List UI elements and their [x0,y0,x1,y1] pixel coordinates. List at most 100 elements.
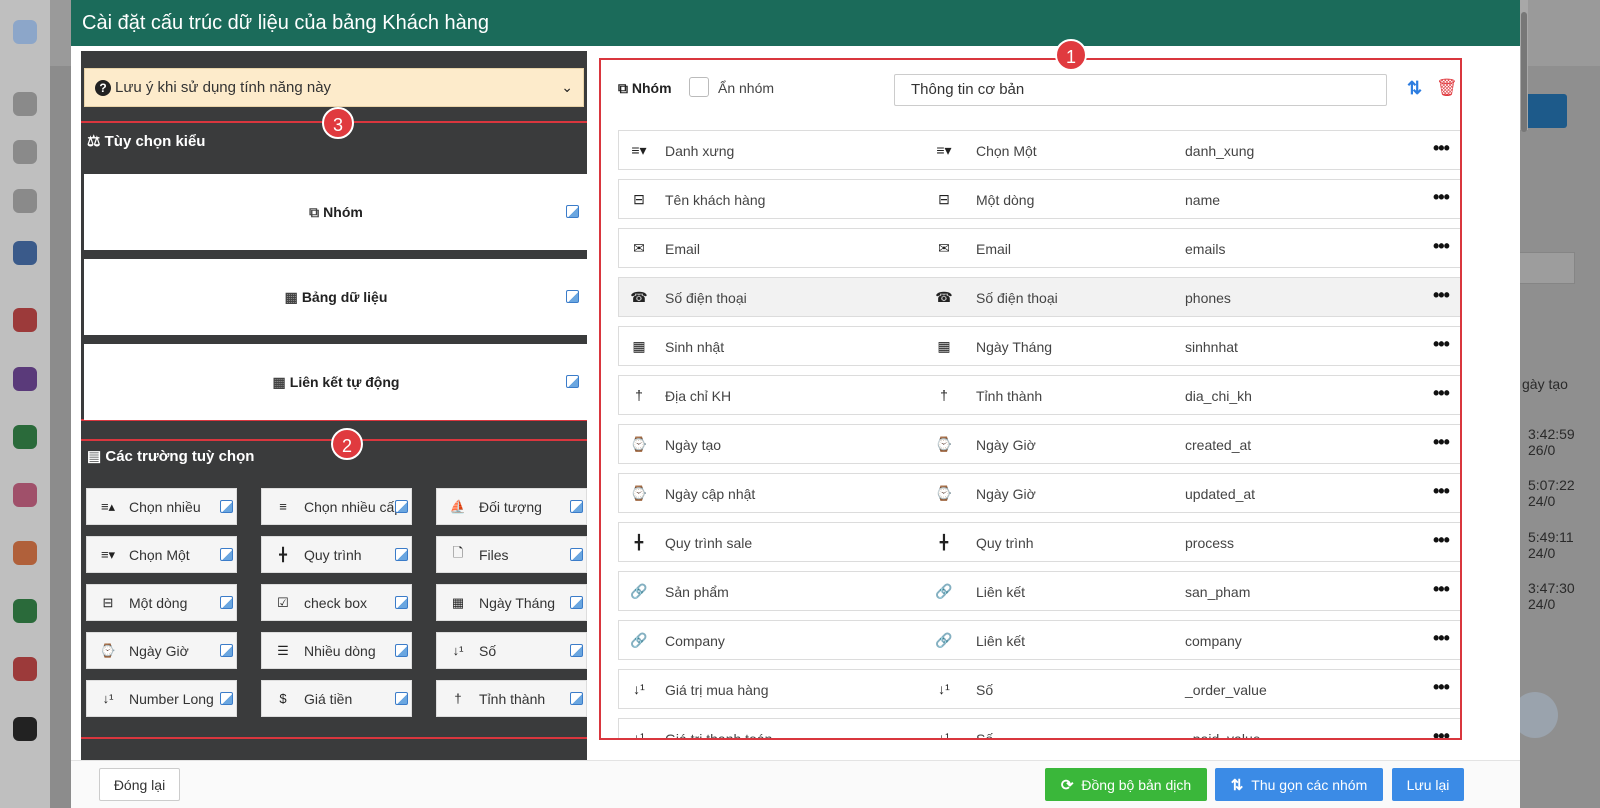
app-sidebar [0,0,50,808]
list-icon: ≡ [279,499,287,514]
more-options-icon[interactable]: ••• [1433,285,1450,306]
field-type-card[interactable]: † Tỉnh thành [436,680,587,717]
more-options-icon[interactable]: ••• [1433,138,1450,159]
field-type-card[interactable]: ≡ Chọn nhiều cấp [261,488,412,525]
type-options-title-text: Tùy chọn kiểu [104,133,206,150]
image-icon[interactable] [220,644,233,657]
field-type-label: Files [479,546,509,563]
shop-app-icon [13,541,37,565]
image-icon[interactable] [566,375,579,388]
image-icon[interactable] [566,205,579,218]
copy-icon: ⧉ [309,203,320,220]
image-icon[interactable] [395,596,408,609]
field-type-card[interactable]: ↓¹ Số [436,632,587,669]
field-type-card[interactable]: 🗋 Files [436,536,587,573]
image-icon[interactable] [570,500,583,513]
image-icon[interactable] [570,596,583,609]
field-row[interactable]: 🔗 Sản phẩm 🔗 Liên kết san_pham ••• [618,571,1460,611]
field-type: Số [976,682,994,698]
field-type: Chọn Một [976,143,1037,159]
multi-select-icon: ≡▴ [100,498,116,514]
watch-icon: ⌚ [935,436,953,452]
field-row[interactable]: ↓¹ Giá trị mua hàng ↓¹ Số _order_value ••• [618,669,1460,709]
field-row[interactable]: ✉ Email ✉ Email emails ••• [618,228,1460,268]
field-row[interactable]: ≡▾ Danh xưng ≡▾ Chọn Một danh_xung ••• [618,130,1460,170]
number-icon: ↓¹ [633,681,645,697]
more-options-icon[interactable]: ••• [1433,530,1450,551]
single-select-icon: ≡▾ [100,546,116,562]
scrollbar-thumb[interactable] [1521,12,1527,132]
field-type-card[interactable]: ⛵ Đối tượng [436,488,587,525]
table-icon: ▦ [272,373,286,390]
image-icon[interactable] [395,548,408,561]
close-button[interactable]: Đóng lại [99,768,180,801]
background-cell: 3:47:30 24/0 [1528,580,1575,612]
type-card-group[interactable]: ⧉ Nhóm [84,174,587,250]
field-row[interactable]: 🔗 Company 🔗 Liên kết company ••• [618,620,1460,660]
field-type-card[interactable]: ☑ check box [261,584,412,621]
more-options-icon[interactable]: ••• [1433,628,1450,649]
field-type-card[interactable]: ╋ Quy trình [261,536,412,573]
save-button[interactable]: Lưu lại [1392,768,1464,801]
image-icon[interactable] [570,644,583,657]
gear-icon [13,140,37,164]
watch-icon: ⌚ [935,485,953,501]
background-cell: 5:49:11 24/0 [1528,529,1574,561]
image-icon[interactable] [395,644,408,657]
more-options-icon[interactable]: ••• [1433,432,1450,453]
background-cell: 5:07:22 24/0 [1528,477,1575,509]
more-options-icon[interactable]: ••• [1433,236,1450,257]
image-icon[interactable] [570,548,583,561]
image-icon[interactable] [570,692,583,705]
field-row[interactable]: ╋ Quy trình sale ╋ Quy trình process ••• [618,522,1460,562]
field-row[interactable]: ⌚ Ngày cập nhật ⌚ Ngày Giờ updated_at ••• [618,473,1460,513]
field-row[interactable]: † Địa chỉ KH † Tỉnh thành dia_chi_kh ••• [618,375,1460,415]
sync-translation-button[interactable]: ⟳ Đồng bộ bản dịch [1045,768,1207,801]
field-type-card[interactable]: ☰ Nhiều dòng [261,632,412,669]
field-row[interactable]: ⌚ Ngày tạo ⌚ Ngày Giờ created_at ••• [618,424,1460,464]
field-row[interactable]: ▦ Sinh nhật ▦ Ngày Tháng sinhnhat ••• [618,326,1460,366]
sort-icon[interactable]: ⇅ [1407,78,1422,99]
field-row[interactable]: ⊟ Tên khách hàng ⊟ Một dòng name ••• [618,179,1460,219]
group-name-input[interactable]: Thông tin cơ bản [894,74,1387,106]
type-card-data-table[interactable]: ▦ Bảng dữ liệu [84,259,587,335]
image-icon[interactable] [220,596,233,609]
type-card-auto-link[interactable]: ▦ Liên kết tự động [84,344,587,420]
more-options-icon[interactable]: ••• [1433,187,1450,208]
more-options-icon[interactable]: ••• [1433,383,1450,404]
trash-icon[interactable]: 🗑 [1436,78,1458,98]
process-icon: ╋ [279,546,287,562]
field-type-card[interactable]: ⊟ Một dòng [86,584,237,621]
more-options-icon[interactable]: ••• [1433,481,1450,502]
more-options-icon[interactable]: ••• [1433,579,1450,600]
more-options-icon[interactable]: ••• [1433,677,1450,698]
field-row[interactable]: ☎ Số điện thoại ☎ Số điện thoại phones ••• [618,277,1460,317]
field-type: Quy trình [976,535,1034,551]
image-icon[interactable] [395,500,408,513]
field-type-card[interactable]: $ Giá tiền [261,680,412,717]
hide-group-checkbox[interactable] [689,77,709,97]
field-type-card[interactable]: ⌚ Ngày Giờ [86,632,237,669]
field-type-card[interactable]: ↓¹ Number Long [86,680,237,717]
question-icon: ? [95,79,111,96]
field-key: dia_chi_kh [1185,388,1252,404]
field-type: Số [976,731,994,740]
image-icon[interactable] [220,500,233,513]
field-type-card[interactable]: ▦ Ngày Tháng [436,584,587,621]
image-icon[interactable] [566,290,579,303]
image-icon[interactable] [220,692,233,705]
image-icon[interactable] [220,548,233,561]
image-icon[interactable] [395,692,408,705]
modal-title: Cài đặt cấu trúc dữ liệu của bảng Khách … [71,0,1520,46]
collapse-groups-button[interactable]: ⇅ Thu gọn các nhóm [1215,768,1383,801]
field-type-card[interactable]: ≡▴ Chọn nhiều [86,488,237,525]
field-label: Email [665,241,701,257]
chevron-down-icon[interactable]: ⌄ [561,79,573,96]
usage-note-accordion[interactable]: ? Lưu ý khi sử dụng tính năng này ⌄ [84,68,584,107]
field-type: Ngày Giờ [976,486,1036,502]
more-options-icon[interactable]: ••• [1433,334,1450,355]
field-row[interactable]: ↓¹ Giá trị thanh toán ↓¹ Số _paid_value ••• [618,718,1460,740]
background-input [1515,252,1575,284]
field-type-card[interactable]: ≡▾ Chọn Một [86,536,237,573]
more-options-icon[interactable]: ••• [1433,726,1450,738]
